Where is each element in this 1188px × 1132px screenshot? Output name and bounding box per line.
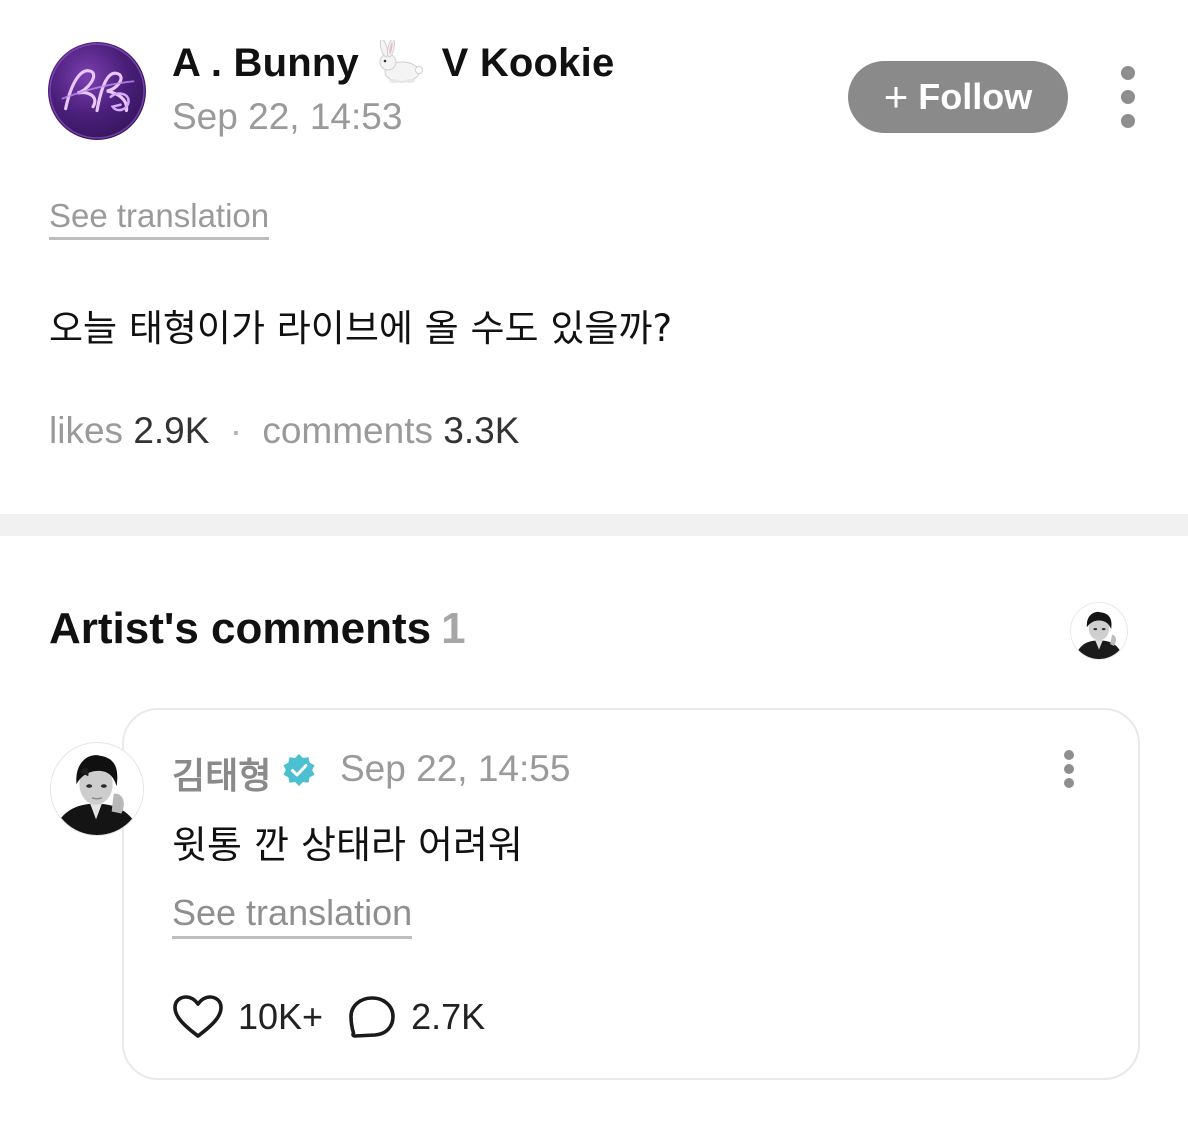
dot [1064,764,1074,774]
stats-separator: · [229,410,243,451]
comment-reply-count: 2.7K [411,996,486,1037]
artist-photo-image [1071,603,1127,659]
dot [1121,90,1135,104]
dot [1121,66,1135,80]
follow-button-label: Follow [918,76,1033,117]
reply-button[interactable]: 2.7K [347,994,485,1040]
commenter-avatar[interactable] [50,742,144,836]
author-name-suffix: V Kookie [441,41,615,85]
post-body-text: 오늘 태형이가 라이브에 올 수도 있을까? [49,307,673,350]
comment-actions: 10K+ 2.7K [172,990,485,1044]
dot [1064,750,1074,760]
follow-button[interactable]: + Follow [848,61,1068,133]
post-more-options-icon[interactable] [1114,66,1142,128]
post-author-name[interactable]: A . Bunny V Kookie [172,40,614,86]
post-avatar-logo [49,43,145,139]
section-divider [0,514,1188,536]
post-see-translation-link[interactable]: See translation [49,197,270,240]
verified-badge-icon [283,754,315,786]
follow-plus-icon: + [883,73,909,120]
heart-icon [173,995,223,1038]
comment-timestamp: Sep 22, 14:55 [340,748,571,789]
comments-label: comments [262,410,433,451]
comments-count[interactable]: 3.3K [443,410,519,451]
post-timestamp: Sep 22, 14:53 [172,96,403,137]
artist-avatar[interactable] [1070,602,1128,660]
comment-more-options-icon[interactable] [1060,750,1078,788]
dot [1121,114,1135,128]
comment-like-count: 10K+ [238,996,324,1037]
artist-comments-title: Artist's comments 1 [49,604,466,654]
likes-label: likes [49,410,124,451]
comment-see-translation-link[interactable]: See translation [172,892,413,939]
rabbit-icon [379,40,424,83]
like-button[interactable]: 10K+ [172,994,347,1040]
likes-count[interactable]: 2.9K [133,410,209,451]
comment-body-text: 윗통 깐 상태라 어려워 [172,823,523,867]
post-stats: likes 2.9K · comments 3.3K [49,410,519,452]
artist-comments-label: Artist's comments [49,604,432,653]
post-author-avatar[interactable] [48,42,146,140]
commenter-name[interactable]: 김태형 [172,747,271,799]
comment-bubble-icon [349,996,395,1038]
artist-comments-count: 1 [441,604,466,653]
commenter-photo-image [51,743,143,835]
dot [1064,778,1074,788]
author-name-prefix: A . Bunny [172,41,359,85]
